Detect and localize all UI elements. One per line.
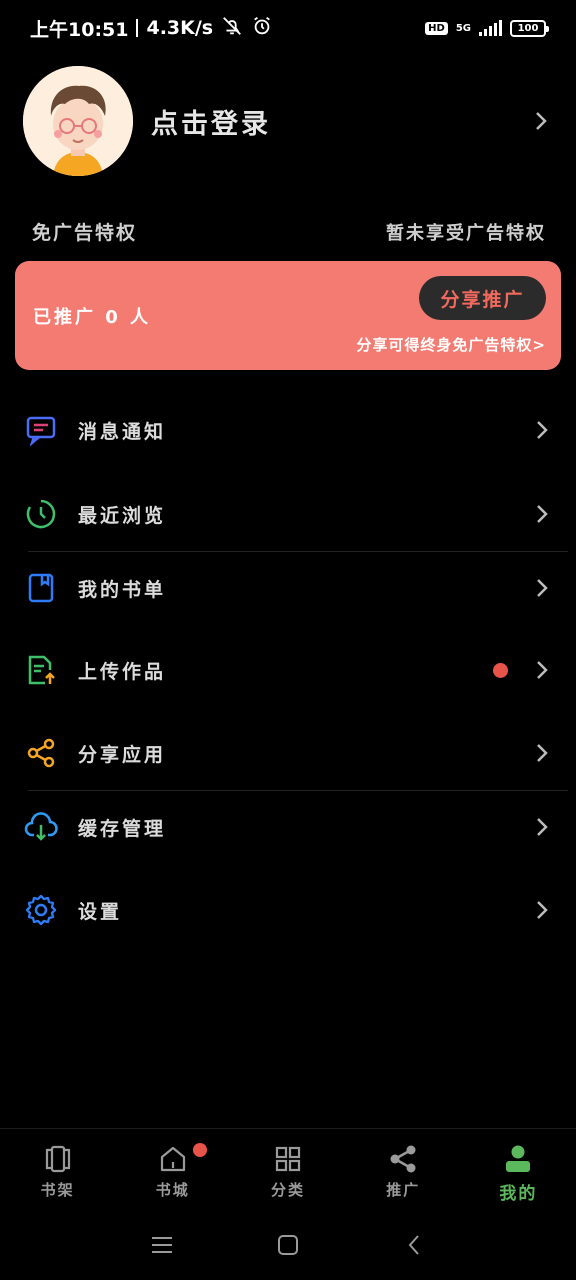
tab-badge bbox=[193, 1143, 208, 1157]
ad-privilege-row: 免广告特权 暂未享受广告特权 bbox=[32, 218, 546, 245]
bottom-tabbar: 书架 书城 分类 推广 我的 bbox=[0, 1128, 576, 1208]
battery-icon: 100 bbox=[510, 19, 549, 37]
tab-category[interactable]: 分类 bbox=[230, 1129, 345, 1208]
chevron-right-icon bbox=[534, 898, 550, 922]
share-icon bbox=[387, 1143, 419, 1175]
status-right: HD 5G 100 bbox=[425, 19, 549, 37]
profile-login-row[interactable]: 点击登录 bbox=[23, 66, 553, 176]
tab-label: 分类 bbox=[271, 1181, 306, 1199]
status-bar: 上午10:51 4.3K/s HD 5G 100 bbox=[0, 0, 576, 56]
menu-item-label: 我的书单 bbox=[78, 578, 167, 601]
message-icon bbox=[24, 413, 58, 447]
menu-item-label: 缓存管理 bbox=[78, 817, 167, 840]
chevron-right-icon bbox=[534, 502, 550, 526]
book-icon bbox=[24, 571, 58, 605]
tab-label: 书城 bbox=[155, 1181, 190, 1199]
user-icon bbox=[502, 1143, 534, 1175]
menu-icon[interactable] bbox=[149, 1232, 175, 1258]
battery-level: 100 bbox=[517, 22, 539, 34]
ad-privilege-title: 免广告特权 bbox=[32, 222, 138, 244]
tab-mine[interactable]: 我的 bbox=[461, 1129, 576, 1208]
avatar[interactable] bbox=[23, 66, 133, 176]
signal-icon bbox=[479, 20, 502, 36]
menu-item-label: 上传作品 bbox=[78, 660, 167, 683]
menu-item-label: 消息通知 bbox=[78, 420, 167, 443]
chevron-right-icon bbox=[534, 658, 550, 682]
promo-count: 已推广 0 人 bbox=[33, 307, 152, 328]
chevron-right-icon bbox=[529, 109, 553, 133]
status-speed: 4.3K/s bbox=[146, 17, 214, 39]
gear-icon bbox=[24, 893, 58, 927]
bookshelf-icon bbox=[42, 1143, 74, 1175]
login-label[interactable]: 点击登录 bbox=[151, 102, 529, 141]
network-label: 5G bbox=[455, 22, 471, 34]
upload-doc-icon bbox=[24, 653, 58, 687]
chevron-right-icon bbox=[534, 576, 550, 600]
tab-promote[interactable]: 推广 bbox=[346, 1129, 461, 1208]
home-icon bbox=[157, 1143, 189, 1175]
mute-icon bbox=[221, 15, 243, 42]
status-time: 上午10:51 bbox=[30, 18, 129, 41]
hd-badge: HD bbox=[425, 21, 448, 35]
menu-item-label: 分享应用 bbox=[78, 743, 167, 766]
status-left: 上午10:51 4.3K/s bbox=[30, 15, 273, 42]
chevron-right-icon bbox=[534, 741, 550, 765]
tab-label: 书架 bbox=[40, 1181, 75, 1199]
promo-hint-link[interactable]: 分享可得终身免广告特权> bbox=[356, 334, 546, 355]
system-nav-bar bbox=[0, 1215, 576, 1275]
grid-icon bbox=[272, 1143, 304, 1175]
chevron-right-icon bbox=[534, 815, 550, 839]
menu-item-recent[interactable]: 最近浏览 bbox=[0, 474, 576, 554]
menu-item-upload[interactable]: 上传作品 bbox=[0, 630, 576, 710]
menu-item-label: 设置 bbox=[78, 900, 123, 923]
home-button-icon[interactable] bbox=[275, 1232, 301, 1258]
menu-item-settings[interactable]: 设置 bbox=[0, 870, 576, 950]
share-promote-button[interactable]: 分享推广 bbox=[419, 276, 546, 320]
menu-item-cache[interactable]: 缓存管理 bbox=[0, 787, 576, 867]
menu-item-label: 最近浏览 bbox=[78, 504, 167, 527]
menu-item-share-app[interactable]: 分享应用 bbox=[0, 713, 576, 793]
clock-icon bbox=[24, 497, 58, 531]
chevron-right-icon bbox=[534, 418, 550, 442]
promo-card: 已推广 0 人 分享推广 分享可得终身免广告特权> bbox=[15, 261, 561, 370]
menu-item-booklist[interactable]: 我的书单 bbox=[0, 548, 576, 628]
ad-privilege-status: 暂未享受广告特权 bbox=[386, 222, 546, 244]
tab-label: 推广 bbox=[386, 1181, 421, 1199]
alarm-icon bbox=[251, 15, 273, 42]
share-icon bbox=[24, 736, 58, 770]
tab-bookstore[interactable]: 书城 bbox=[115, 1129, 230, 1208]
cloud-download-icon bbox=[24, 810, 58, 844]
menu-item-messages[interactable]: 消息通知 bbox=[0, 390, 576, 470]
tab-label: 我的 bbox=[499, 1184, 538, 1204]
back-icon[interactable] bbox=[401, 1232, 427, 1258]
status-separator bbox=[136, 19, 139, 37]
notification-dot bbox=[493, 662, 508, 678]
tab-bookshelf[interactable]: 书架 bbox=[0, 1129, 115, 1208]
